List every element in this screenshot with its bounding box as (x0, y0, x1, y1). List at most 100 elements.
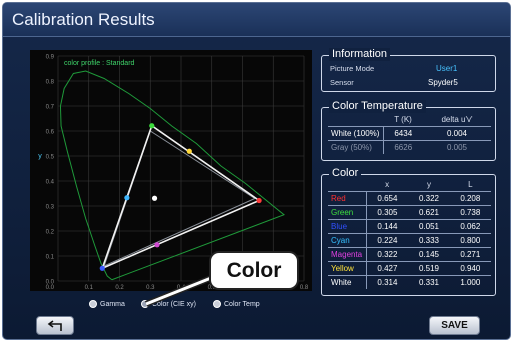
y-tick-label: 0.4 (46, 180, 55, 186)
point-magenta (154, 242, 160, 248)
temp-value: 6626 (383, 139, 424, 154)
col-x-header: x (385, 180, 390, 190)
table-row: White (100%) 6434 0.004 (328, 125, 491, 140)
table-row: Green 0.305 0.621 0.738 (328, 204, 491, 219)
temp-label: Color Temp (224, 300, 260, 308)
row-label: White (328, 274, 367, 289)
information-box: Information Picture Mode User1 Sensor Sp… (321, 48, 496, 92)
y-tick-label: 0.2 (46, 230, 55, 236)
l-value: 0.800 (449, 232, 491, 247)
window-title: Calibration Results (12, 10, 155, 29)
y-value: 0.333 (408, 232, 450, 247)
point-yellow (186, 148, 192, 154)
x-tick-label: 0.0 (46, 285, 55, 291)
y-axis-label: y (38, 153, 42, 160)
col-y-header: y (427, 180, 431, 190)
table-row: Gray (50%) 6626 0.005 (328, 139, 491, 154)
information-heading: Information (329, 48, 391, 61)
y-tick-label: 0.3 (46, 205, 55, 211)
color-temperature-table: T (K) delta u'v' White (100%) 6434 0.004… (328, 114, 491, 154)
row-label: Green (328, 204, 367, 219)
point-blue (99, 265, 105, 271)
temp-value: 6434 (383, 125, 424, 140)
table-row: Magenta 0.322 0.145 0.271 (328, 246, 491, 261)
y-value: 0.145 (408, 246, 450, 261)
color-table: x y L Red 0.654 0.322 0.208 Green 0.305 0.621… (328, 179, 491, 289)
x-tick-label: 0.2 (115, 285, 124, 291)
y-value: 0.519 (408, 260, 450, 275)
y-value: 0.051 (408, 218, 450, 233)
point-cyan (124, 195, 130, 201)
table-row: Yellow 0.427 0.519 0.940 (328, 260, 491, 275)
back-arrow-icon (47, 320, 62, 331)
table-row: White 0.314 0.331 1.000 (328, 274, 491, 289)
delta-value: 0.004 (423, 125, 491, 140)
x-tick-label: 0.4 (177, 285, 186, 291)
cie-label: Color (CIE xy) (152, 300, 196, 308)
row-label: Blue (328, 218, 367, 233)
col-t-header: T (K) (394, 115, 412, 125)
title-bar: Calibration Results (3, 3, 510, 37)
x-tick-label: 0.8 (300, 285, 309, 291)
y-tick-label: 0.9 (46, 55, 55, 61)
back-button[interactable] (36, 316, 74, 335)
table-row: Red 0.654 0.322 0.208 (328, 190, 491, 205)
row-label: Yellow (328, 260, 367, 275)
x-tick-label: 0.1 (85, 285, 94, 291)
y-tick-label: 0.1 (46, 255, 55, 261)
y-tick-label: 0.8 (46, 80, 55, 86)
y-tick-label: 0.6 (46, 130, 55, 136)
table-row: Cyan 0.224 0.333 0.800 (328, 232, 491, 247)
color-profile-label: color profile : Standard (64, 60, 135, 67)
l-value: 0.271 (449, 246, 491, 261)
spectral-locus (59, 70, 286, 281)
gamma-label: Gamma (100, 300, 125, 308)
x-tick-label: 0.3 (146, 285, 155, 291)
x-value: 0.224 (366, 232, 409, 247)
l-value: 0.208 (449, 190, 491, 205)
x-value: 0.322 (366, 246, 409, 261)
x-value: 0.314 (366, 274, 409, 289)
row-label: White (100%) (328, 125, 384, 140)
row-label: Magenta (328, 246, 367, 261)
radio-dot-icon (89, 300, 97, 308)
col-l-header: L (468, 180, 473, 190)
save-button[interactable]: SAVE (429, 316, 480, 335)
picture-mode-value: User1 (436, 64, 458, 73)
x-value: 0.305 (366, 204, 409, 219)
temp-radio[interactable]: Color Temp (213, 300, 260, 308)
table-row: Blue 0.144 0.051 0.062 (328, 218, 491, 233)
color-callout: Color (209, 251, 299, 290)
delta-value: 0.005 (423, 139, 491, 154)
radio-dot-icon (213, 300, 221, 308)
gamma-radio[interactable]: Gamma (89, 300, 125, 308)
row-label: Cyan (328, 232, 367, 247)
l-value: 1.000 (449, 274, 491, 289)
point-white (151, 195, 158, 201)
point-red (256, 197, 262, 204)
calibration-window: Calibration Results 0.9 0.8 0.7 0.6 0.5 0.4 0.… (2, 2, 511, 340)
y-value: 0.621 (408, 204, 450, 219)
y-tick-label: 0.5 (46, 155, 55, 161)
l-value: 0.062 (449, 218, 491, 233)
col-delta-header: delta u'v' (441, 115, 473, 125)
sensor-value: Spyder5 (428, 78, 458, 87)
x-value: 0.654 (366, 190, 409, 205)
point-green (149, 123, 155, 129)
x-value: 0.427 (366, 260, 409, 275)
sensor-label: Sensor (330, 78, 354, 87)
l-value: 0.940 (449, 260, 491, 275)
color-temperature-box: Color Temperature T (K) delta u'v' White… (321, 100, 496, 161)
radio-dot-icon (141, 300, 149, 308)
y-value: 0.322 (408, 190, 450, 205)
cie-radio[interactable]: Color (CIE xy) (141, 300, 196, 308)
picture-mode-label: Picture Mode (330, 64, 375, 73)
l-value: 0.738 (449, 204, 491, 219)
x-value: 0.144 (366, 218, 409, 233)
row-label: Gray (50%) (328, 139, 384, 154)
color-box: Color x y L Red 0.654 0.322 0.208 Green 0.30… (321, 167, 496, 296)
y-value: 0.331 (408, 274, 450, 289)
row-label: Red (328, 190, 367, 205)
color-temperature-heading: Color Temperature (329, 100, 426, 113)
y-tick-label: 0.7 (46, 105, 55, 111)
